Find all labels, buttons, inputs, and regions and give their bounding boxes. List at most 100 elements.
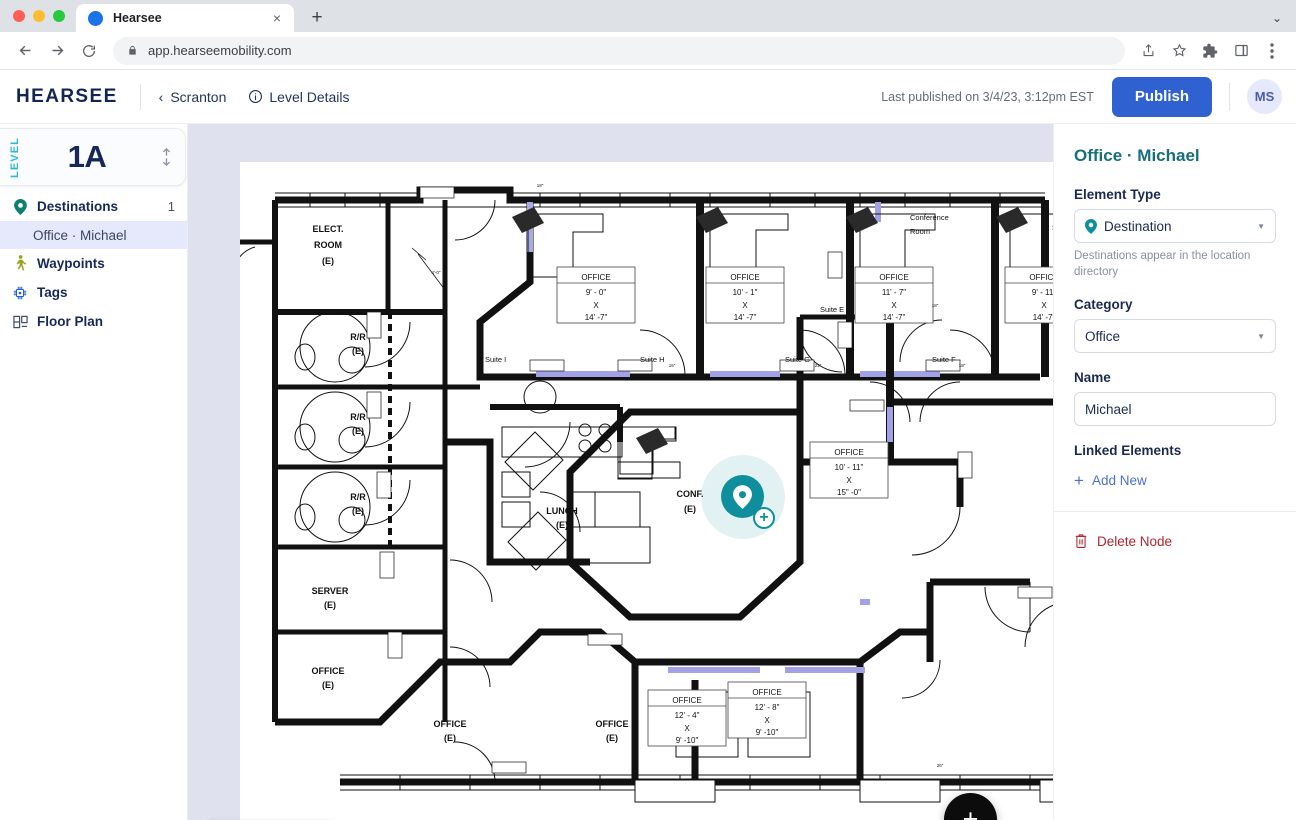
close-window-button[interactable] [13,10,25,22]
breadcrumb-label: Scranton [170,89,226,105]
browser-action-icons [1134,37,1286,65]
svg-text:R/R: R/R [350,332,366,342]
svg-text:18": 18" [932,303,939,308]
svg-text:Suite D: Suite D [1052,223,1053,232]
svg-text:X: X [764,716,770,725]
puzzle-icon[interactable] [1196,37,1224,65]
back-icon[interactable] [10,36,40,66]
svg-text:14": 14" [677,660,684,665]
address-bar[interactable]: app.hearseemobility.com [113,37,1125,65]
svg-text:10' - 1": 10' - 1" [733,288,758,297]
map-pin-icon [1085,219,1097,234]
level-selector[interactable]: LEVEL 1A [0,128,186,186]
window-traffic-lights [0,10,65,32]
svg-text:X: X [593,301,599,310]
header-divider-2 [1229,83,1230,111]
svg-text:26": 26" [937,763,944,768]
plus-icon: + [1074,472,1084,489]
svg-text:14' -7": 14' -7" [1033,313,1053,322]
sidebar-item-waypoints[interactable]: Waypoints [0,249,187,278]
svg-text:15" -0": 15" -0" [837,488,861,497]
app-body: LEVEL 1A Destinations 1 Office · Michael… [0,124,1296,820]
maximize-window-button[interactable] [53,10,65,22]
chevron-down-icon[interactable]: ⌄ [1272,11,1282,25]
publish-button[interactable]: Publish [1112,77,1212,117]
svg-text:9' - 0": 9' - 0" [586,288,607,297]
category-select[interactable]: Office ▼ [1074,319,1276,353]
last-published-text: Last published on 3/4/23, 3:12pm EST [881,90,1094,104]
sidebar-item-label: Floor Plan [37,314,103,329]
level-value: 1A [21,139,153,175]
svg-text:(E): (E) [322,680,334,690]
sidebar-item-tags[interactable]: Tags [0,278,187,307]
map-pin-icon [12,199,28,215]
svg-text:Suite G: Suite G [785,355,810,364]
url-text: app.hearseemobility.com [148,43,292,58]
svg-text:(E): (E) [352,426,364,436]
reload-icon[interactable] [74,36,104,66]
floor-plan-canvas[interactable]: ELECT. ROOM (E) R/R(E) R/R(E) R/R(E) SER… [188,124,1053,820]
svg-text:CONF.: CONF. [677,489,704,499]
sidebar-item-office-michael[interactable]: Office · Michael [0,221,187,249]
svg-text:9' -10": 9' -10" [676,736,699,745]
svg-text:11' - 7": 11' - 7" [882,288,906,297]
svg-text:R/R: R/R [350,412,366,422]
forward-icon[interactable] [42,36,72,66]
svg-text:OFFICE: OFFICE [672,696,701,705]
svg-text:(E): (E) [324,600,336,610]
browser-tab-strip: Hearsee × + ⌄ [0,0,1296,32]
panel-divider [1054,511,1296,512]
app-logo: HEARSEE [16,86,118,108]
share-icon[interactable] [1134,37,1162,65]
svg-text:15": 15" [669,363,676,368]
info-circle-icon [248,89,263,104]
side-panel-icon[interactable] [1227,37,1255,65]
svg-text:Room: Room [910,227,930,236]
svg-text:(E): (E) [684,504,696,514]
svg-text:X: X [1041,301,1047,310]
svg-text:22": 22" [815,363,822,368]
svg-text:Suite I: Suite I [485,355,506,364]
floor-plan-svg: ELECT. ROOM (E) R/R(E) R/R(E) R/R(E) SER… [240,162,1053,820]
chevron-down-icon: ▼ [1257,332,1265,341]
lock-icon [127,44,138,57]
sidebar-item-floor-plan[interactable]: Floor Plan [0,307,187,336]
category-value: Office [1085,329,1120,344]
svg-text:X: X [684,724,690,733]
plus-circle-icon[interactable]: + [753,507,775,529]
avatar[interactable]: MS [1247,79,1282,114]
chevron-down-icon: ▼ [1257,222,1265,231]
level-details-button[interactable]: Level Details [248,89,349,105]
name-label: Name [1074,370,1276,385]
sidebar-item-label: Waypoints [37,256,105,271]
walking-person-icon [12,255,28,272]
star-icon[interactable] [1165,37,1193,65]
svg-text:(E): (E) [352,506,364,516]
up-down-arrows-icon[interactable] [153,147,179,167]
svg-text:12' - 8": 12' - 8" [755,703,780,712]
element-type-select[interactable]: Destination ▼ [1074,209,1276,243]
svg-text:OFFICE: OFFICE [834,448,863,457]
svg-text:(E): (E) [606,733,618,743]
delete-node-button[interactable]: Delete Node [1074,533,1276,549]
chip-tag-icon [12,286,28,300]
back-chevron-icon[interactable]: ‹ [159,89,164,105]
three-dot-menu-icon[interactable] [1258,37,1286,65]
name-input[interactable]: Michael [1074,392,1276,426]
add-new-button[interactable]: + Add New [1074,472,1276,489]
new-tab-button[interactable]: + [304,4,330,30]
sidebar: LEVEL 1A Destinations 1 Office · Michael… [0,124,188,820]
breadcrumb[interactable]: ‹ Scranton [159,89,227,105]
app-header: HEARSEE ‹ Scranton Level Details Last pu… [0,70,1296,124]
minimize-window-button[interactable] [33,10,45,22]
browser-tab[interactable]: Hearsee × [76,4,294,32]
close-tab-icon[interactable]: × [268,9,286,27]
svg-text:9' - 11": 9' - 11" [1032,288,1053,297]
sidebar-item-destinations[interactable]: Destinations 1 [0,192,187,221]
name-value: Michael [1085,402,1132,417]
svg-text:OFFICE: OFFICE [879,273,908,282]
svg-text:LUNCH: LUNCH [546,506,578,516]
sidebar-item-label: Tags [37,285,68,300]
svg-text:OFFICE: OFFICE [312,666,345,676]
svg-text:(E): (E) [322,256,334,266]
